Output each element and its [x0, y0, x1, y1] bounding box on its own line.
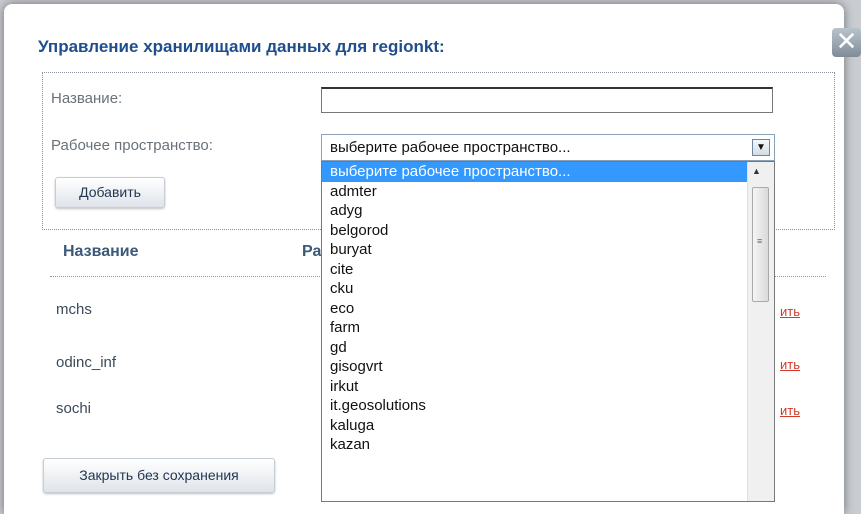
- dropdown-option[interactable]: kazan: [322, 435, 747, 455]
- workspace-label: Рабочее пространство:: [51, 137, 213, 154]
- dropdown-options: выберите рабочее пространство... admter …: [322, 162, 747, 455]
- add-button[interactable]: Добавить: [55, 177, 165, 208]
- workspace-dropdown-list[interactable]: выберите рабочее пространство... admter …: [321, 161, 775, 502]
- dropdown-option[interactable]: belgorod: [322, 221, 747, 241]
- dropdown-option[interactable]: cku: [322, 279, 747, 299]
- dropdown-option[interactable]: farm: [322, 318, 747, 338]
- chevron-down-icon[interactable]: ▼: [752, 139, 770, 156]
- scroll-grip-icon: ≡: [757, 236, 763, 246]
- table-row-name: mchs: [56, 301, 92, 318]
- workspace-select-value: выберите рабочее пространство...: [330, 139, 571, 156]
- dropdown-option[interactable]: cite: [322, 260, 747, 280]
- delete-link[interactable]: ить: [780, 357, 800, 372]
- scroll-up-arrow-icon[interactable]: ▲: [752, 166, 761, 176]
- dropdown-scrollbar[interactable]: ▲ ≡: [747, 162, 774, 501]
- scrollbar-thumb[interactable]: ≡: [752, 187, 769, 302]
- dropdown-option[interactable]: irkut: [322, 377, 747, 397]
- table-row-name: sochi: [56, 400, 92, 417]
- close-without-saving-button[interactable]: Закрыть без сохранения: [43, 458, 275, 493]
- dropdown-option[interactable]: admter: [322, 182, 747, 202]
- dropdown-option[interactable]: gd: [322, 338, 747, 358]
- dropdown-option[interactable]: выберите рабочее пространство...: [322, 162, 747, 182]
- dropdown-option[interactable]: kaluga: [322, 416, 747, 436]
- name-input[interactable]: [321, 87, 773, 113]
- dropdown-option[interactable]: eco: [322, 299, 747, 319]
- dialog-title: Управление хранилищами данных для region…: [38, 37, 445, 56]
- close-icon[interactable]: ✕: [832, 28, 861, 57]
- dropdown-option[interactable]: gisogvrt: [322, 357, 747, 377]
- name-label: Название:: [51, 90, 123, 107]
- workspace-select[interactable]: выберите рабочее пространство... ▼: [321, 134, 775, 161]
- dropdown-option[interactable]: adyg: [322, 201, 747, 221]
- column-header-name: Название: [63, 243, 139, 260]
- delete-link[interactable]: ить: [780, 403, 800, 418]
- table-row-name: odinc_inf: [56, 354, 117, 371]
- dropdown-option[interactable]: buryat: [322, 240, 747, 260]
- column-header-workspace: Ра: [302, 243, 322, 260]
- delete-link[interactable]: ить: [780, 304, 800, 319]
- dropdown-option[interactable]: it.geosolutions: [322, 396, 747, 416]
